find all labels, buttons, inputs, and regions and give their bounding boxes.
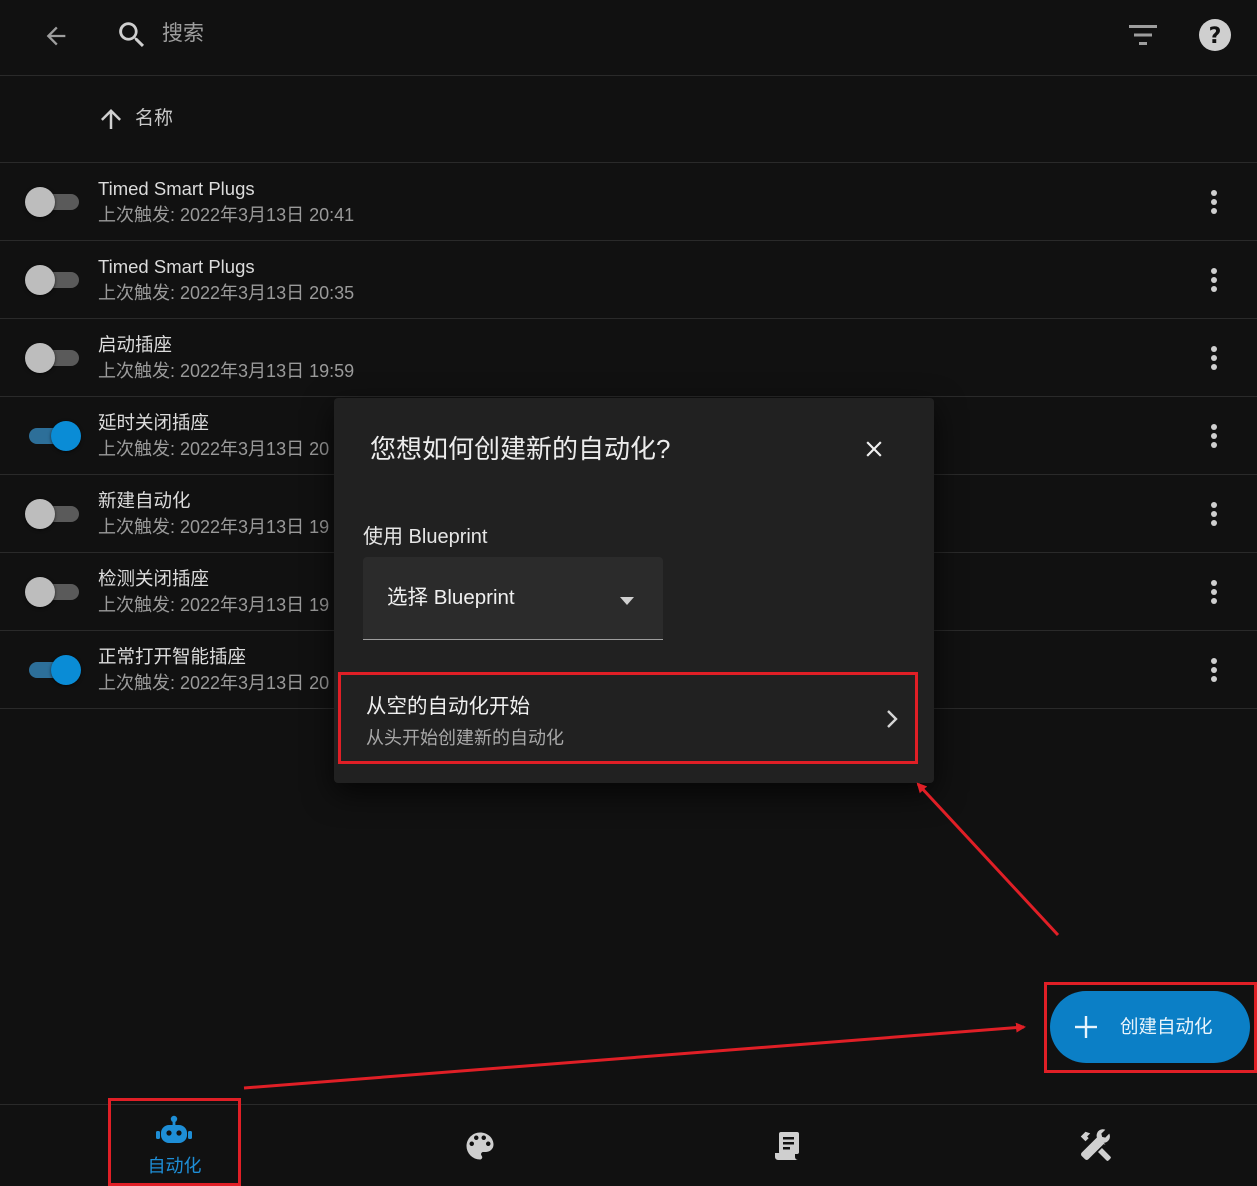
annotation-arrow bbox=[916, 782, 1060, 937]
table-row[interactable]: 启动插座 上次触发: 2022年3月13日 19:59 bbox=[0, 319, 1257, 397]
enable-toggle[interactable] bbox=[25, 342, 81, 374]
column-header-name[interactable]: 名称 bbox=[135, 107, 173, 131]
more-vert-icon[interactable] bbox=[1198, 499, 1230, 529]
last-triggered: 上次触发: 2022年3月13日 20:41 bbox=[98, 205, 355, 225]
automation-name: 正常打开智能插座 bbox=[98, 646, 247, 667]
close-button[interactable] bbox=[852, 432, 896, 466]
more-vert-icon[interactable] bbox=[1198, 655, 1230, 685]
enable-toggle[interactable] bbox=[25, 186, 81, 218]
enable-toggle[interactable] bbox=[25, 576, 81, 608]
new-automation-dialog: 您想如何创建新的自动化? 使用 Blueprint 选择 Blueprint 从… bbox=[334, 398, 934, 783]
arrow-left-icon bbox=[46, 26, 66, 46]
search-icon[interactable] bbox=[115, 18, 149, 52]
palette-icon[interactable] bbox=[462, 1128, 498, 1164]
blueprint-label: 使用 Blueprint bbox=[363, 526, 488, 548]
automation-name: 检测关闭插座 bbox=[98, 568, 210, 589]
dialog-title: 您想如何创建新的自动化? bbox=[370, 434, 671, 464]
script-icon[interactable] bbox=[770, 1128, 806, 1164]
blueprint-select-value: 选择 Blueprint bbox=[387, 586, 515, 609]
last-triggered: 上次触发: 2022年3月13日 20 bbox=[98, 439, 330, 459]
last-triggered: 上次触发: 2022年3月13日 19 bbox=[98, 595, 330, 615]
start-empty-automation-item[interactable]: 从空的自动化开始 从头开始创建新的自动化 bbox=[338, 672, 918, 764]
annotation-arrow bbox=[243, 1022, 1026, 1090]
enable-toggle[interactable] bbox=[25, 498, 81, 530]
create-automation-button[interactable]: 创建自动化 bbox=[1050, 991, 1250, 1063]
robot-icon bbox=[155, 1115, 193, 1147]
enable-toggle[interactable] bbox=[25, 264, 81, 296]
last-triggered: 上次触发: 2022年3月13日 19 bbox=[98, 517, 330, 537]
create-automation-label: 创建自动化 bbox=[1120, 1016, 1213, 1037]
more-vert-icon[interactable] bbox=[1198, 343, 1230, 373]
automation-name: Timed Smart Plugs bbox=[98, 178, 255, 199]
chevron-right-icon bbox=[884, 708, 900, 730]
blueprint-select[interactable]: 选择 Blueprint bbox=[363, 557, 663, 640]
table-header bbox=[0, 76, 1257, 163]
close-icon bbox=[866, 441, 882, 457]
dropdown-arrow-icon bbox=[619, 593, 635, 605]
table-row[interactable]: Timed Smart Plugs 上次触发: 2022年3月13日 20:41 bbox=[0, 163, 1257, 241]
nav-item-automation[interactable]: 自动化 bbox=[108, 1098, 241, 1186]
last-triggered: 上次触发: 2022年3月13日 19:59 bbox=[98, 361, 355, 381]
more-vert-icon[interactable] bbox=[1198, 265, 1230, 295]
automation-name: Timed Smart Plugs bbox=[98, 256, 255, 277]
search-input[interactable]: 搜索 bbox=[162, 20, 204, 48]
empty-automation-subtitle: 从头开始创建新的自动化 bbox=[366, 728, 564, 748]
filter-icon bbox=[1129, 25, 1157, 45]
table-row[interactable]: Timed Smart Plugs 上次触发: 2022年3月13日 20:35 bbox=[0, 241, 1257, 319]
automation-name: 新建自动化 bbox=[98, 490, 191, 511]
more-vert-icon[interactable] bbox=[1198, 187, 1230, 217]
automation-name: 启动插座 bbox=[98, 334, 173, 355]
plus-icon bbox=[1072, 1013, 1100, 1041]
filter-button[interactable] bbox=[1124, 16, 1162, 54]
enable-toggle[interactable] bbox=[25, 654, 81, 686]
more-vert-icon[interactable] bbox=[1198, 421, 1230, 451]
more-vert-icon[interactable] bbox=[1198, 577, 1230, 607]
last-triggered: 上次触发: 2022年3月13日 20 bbox=[98, 673, 330, 693]
automation-name: 延时关闭插座 bbox=[98, 412, 210, 433]
svg-text:?: ? bbox=[1209, 24, 1222, 49]
empty-automation-title: 从空的自动化开始 bbox=[366, 695, 530, 718]
last-triggered: 上次触发: 2022年3月13日 20:35 bbox=[98, 283, 355, 303]
help-button[interactable]: ? bbox=[1196, 16, 1234, 54]
enable-toggle[interactable] bbox=[25, 420, 81, 452]
sort-ascending-icon[interactable] bbox=[96, 104, 126, 134]
tools-icon[interactable] bbox=[1076, 1127, 1114, 1165]
back-button[interactable] bbox=[38, 18, 74, 54]
nav-item-automation-label: 自动化 bbox=[147, 1156, 202, 1176]
help-circle-icon: ? bbox=[1199, 19, 1231, 51]
